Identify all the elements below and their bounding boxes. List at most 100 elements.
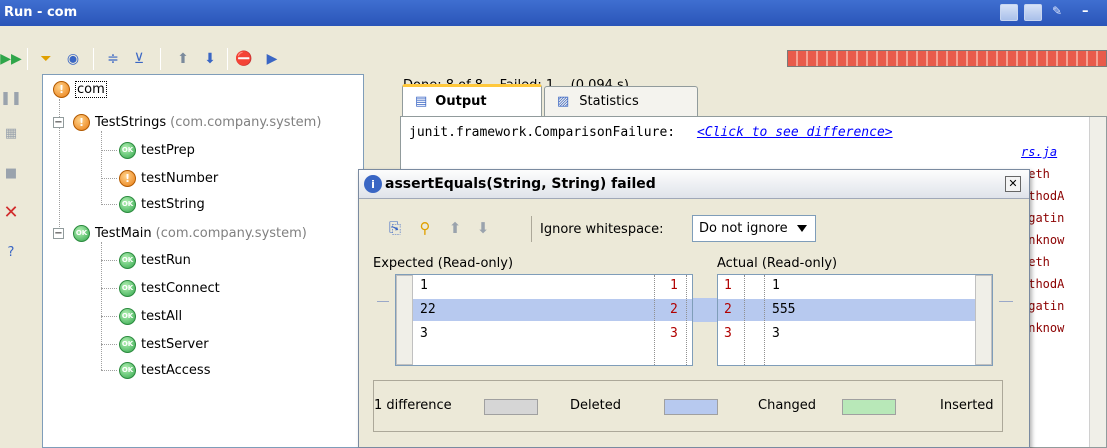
- collapse-all-icon[interactable]: ⊻: [130, 50, 148, 68]
- expand-all-icon[interactable]: ≑: [104, 50, 122, 68]
- filter-icon[interactable]: ⏷: [37, 50, 55, 68]
- tab-statistics-label: Statistics: [579, 94, 639, 109]
- suite-package: (com.company.system): [155, 225, 307, 241]
- stop-on-failure-icon[interactable]: ⛔: [235, 50, 253, 68]
- failure-text: junit.framework.ComparisonFailure:: [409, 125, 676, 140]
- expected-line: 1 1: [420, 278, 678, 293]
- test-name: testPrep: [141, 142, 195, 158]
- expand-testmain-icon[interactable]: −: [53, 228, 64, 239]
- ok-icon: OK: [119, 335, 136, 353]
- console-scrollbar[interactable]: [1089, 117, 1106, 447]
- chevron-down-icon: [797, 225, 807, 232]
- expected-editor[interactable]: 1 1 22 2 3 3: [395, 274, 693, 366]
- copy-icon[interactable]: ⎘: [385, 218, 405, 238]
- ok-icon: OK: [119, 251, 136, 269]
- show-passed-icon[interactable]: ◉: [64, 50, 82, 68]
- test-name: testConnect: [141, 280, 220, 296]
- next-failure-icon[interactable]: ⬇: [201, 50, 219, 68]
- ok-icon: OK: [119, 307, 136, 325]
- ok-icon: OK: [119, 361, 136, 379]
- deleted-label: Deleted: [570, 398, 621, 413]
- actual-editor[interactable]: 1 1 2 555 3 3: [717, 274, 993, 366]
- test-item[interactable]: OK testConnect: [119, 278, 220, 298]
- diff-legend: 1 difference Deleted Changed Inserted: [373, 380, 1003, 432]
- window-title: Run - com: [4, 5, 78, 20]
- float-icon[interactable]: [1024, 4, 1042, 21]
- test-item[interactable]: OK testServer: [119, 334, 209, 354]
- test-item[interactable]: OK testPrep: [119, 140, 195, 160]
- suite-teststrings[interactable]: ! TestStrings (com.company.system): [73, 112, 321, 132]
- ignore-whitespace-value: Do not ignore: [699, 221, 788, 236]
- track-running-icon[interactable]: ▶: [263, 50, 281, 68]
- test-item[interactable]: OK testRun: [119, 250, 191, 270]
- test-item[interactable]: OK testString: [119, 194, 205, 214]
- tree-root[interactable]: ! com: [53, 79, 107, 99]
- suite-testmain[interactable]: OK TestMain (com.company.system): [73, 223, 307, 243]
- suite-name: TestMain: [95, 225, 152, 241]
- inserted-swatch: [842, 399, 896, 415]
- ignore-whitespace-label: Ignore whitespace:: [540, 222, 664, 237]
- changed-swatch: [664, 399, 718, 415]
- warning-icon: !: [53, 80, 70, 98]
- ok-icon: OK: [119, 141, 136, 159]
- ok-icon: OK: [119, 195, 136, 213]
- suite-name: TestStrings: [95, 114, 167, 130]
- changed-label: Changed: [758, 398, 817, 413]
- previous-difference-icon[interactable]: ⬆: [445, 218, 465, 238]
- test-name: testAccess: [141, 362, 211, 378]
- ok-icon: OK: [119, 279, 136, 297]
- dump-threads-icon[interactable]: ▦: [0, 122, 22, 144]
- difference-count: 1 difference: [374, 398, 452, 413]
- actual-line-changed: 2 555: [718, 299, 992, 321]
- minimize-icon[interactable]: –: [1082, 4, 1100, 21]
- test-name: testRun: [141, 252, 191, 268]
- assert-icon: i: [364, 175, 382, 193]
- next-difference-icon[interactable]: ⬇: [473, 218, 493, 238]
- expand-teststrings-icon[interactable]: −: [53, 117, 64, 128]
- dialog-titlebar: i assertEquals(String, String) failed ✕: [359, 170, 1029, 199]
- stop-icon[interactable]: ■: [0, 162, 22, 184]
- pause-icon[interactable]: ❚❚: [0, 87, 22, 109]
- suite-package: (com.company.system): [170, 114, 322, 130]
- tab-statistics[interactable]: ▨ Statistics: [544, 86, 698, 116]
- help-icon[interactable]: ?: [0, 241, 22, 263]
- tab-output-label: Output: [435, 94, 487, 109]
- test-item[interactable]: OK testAll: [119, 306, 182, 326]
- dialog-close-icon[interactable]: ✕: [1005, 176, 1021, 192]
- test-item[interactable]: OK testAccess: [119, 360, 210, 380]
- statistics-icon: ▨: [557, 94, 570, 109]
- test-name: testNumber: [141, 170, 219, 186]
- restore-icon[interactable]: [1000, 4, 1018, 21]
- pin-icon[interactable]: ✎: [1052, 4, 1070, 21]
- actual-label: Actual (Read-only): [717, 256, 838, 271]
- expected-label: Expected (Read-only): [373, 256, 514, 271]
- click-to-see-difference-link[interactable]: <Click to see difference>: [697, 125, 893, 140]
- output-icon: ▤: [415, 94, 428, 109]
- actual-line: 1 1: [724, 278, 780, 293]
- inserted-label: Inserted: [940, 398, 994, 413]
- actual-line: 3 3: [724, 326, 780, 341]
- stack-line[interactable]: rs.ja: [1021, 145, 1057, 159]
- actual-scrollbar[interactable]: [975, 275, 992, 365]
- test-tree: ! com − ! TestStrings (com.company.syste…: [42, 74, 364, 448]
- test-name: testString: [141, 196, 205, 212]
- find-icon[interactable]: ⚲: [415, 218, 435, 238]
- window-titlebar: Run - com ✎ –: [0, 0, 1107, 26]
- rerun-icon[interactable]: ▶▶: [0, 50, 22, 68]
- ignore-whitespace-select[interactable]: Do not ignore: [692, 215, 816, 242]
- close-icon[interactable]: ✕: [0, 201, 22, 223]
- expected-line-changed: 22 2: [396, 299, 692, 321]
- test-item-failed[interactable]: ! testNumber: [119, 168, 218, 188]
- warning-icon: !: [73, 113, 90, 131]
- test-name: testServer: [141, 336, 209, 352]
- test-name: testAll: [141, 308, 183, 324]
- deleted-swatch: [484, 399, 538, 415]
- tab-output[interactable]: ▤ Output: [402, 84, 542, 116]
- ok-icon: OK: [73, 224, 90, 242]
- warning-icon: !: [119, 169, 136, 187]
- progress-bar: [787, 50, 1107, 67]
- expected-scrollbar[interactable]: [396, 275, 413, 365]
- previous-failure-icon[interactable]: ⬆: [174, 50, 192, 68]
- tree-root-label: com: [75, 80, 107, 98]
- dialog-title: assertEquals(String, String) failed: [385, 176, 656, 192]
